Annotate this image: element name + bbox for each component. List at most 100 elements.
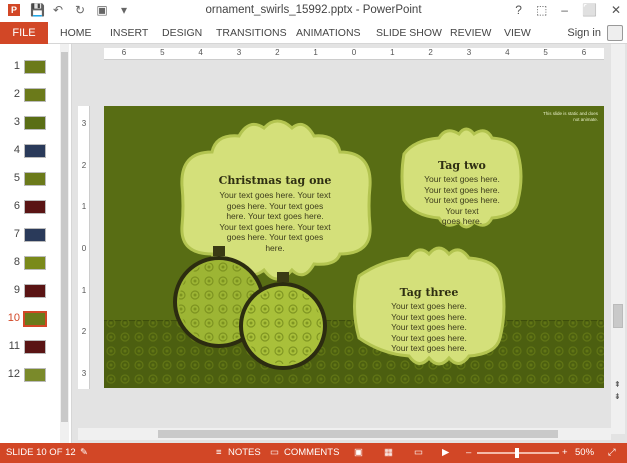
slide-sorter-icon[interactable]: ▦: [384, 447, 393, 458]
vertical-scroll-thumb[interactable]: [613, 304, 623, 328]
tab-view[interactable]: VIEW: [504, 22, 531, 44]
tag-text-line: Your text goes here.: [391, 301, 467, 311]
horizontal-scroll-thumb[interactable]: [158, 430, 558, 438]
ruler-tick-label: 6: [581, 48, 587, 57]
comments-icon: ▭: [270, 447, 279, 458]
slide-thumbnail[interactable]: 5: [4, 168, 64, 190]
slide-thumbnail-image[interactable]: [24, 144, 46, 158]
slide-thumbnail-image[interactable]: [24, 228, 46, 242]
notes-icon: ≡: [216, 447, 222, 458]
slide-thumbnail-number: 12: [7, 368, 20, 380]
tab-insert[interactable]: INSERT: [110, 22, 148, 44]
horizontal-ruler: 6 5 4 3 2 1 0 1 2 3 4 5 6: [104, 48, 604, 60]
tab-review[interactable]: REVIEW: [450, 22, 491, 44]
slide-show-icon[interactable]: ▶: [442, 447, 449, 458]
tab-file[interactable]: FILE: [0, 22, 48, 44]
tag-text-line: Your text goes here.: [424, 184, 500, 195]
sign-in-link[interactable]: Sign in: [567, 22, 601, 44]
slide-counter: SLIDE 10 OF 12: [6, 447, 76, 458]
ruler-tick-label: 3: [466, 48, 472, 57]
previous-slide-icon[interactable]: ⇞: [614, 380, 621, 389]
ruler-tick-label: 0: [351, 48, 357, 57]
slide-thumbnail[interactable]: 4: [4, 140, 64, 162]
slide-thumbnail-image[interactable]: [24, 368, 46, 382]
zoom-slider-knob[interactable]: [515, 448, 519, 458]
slide-thumbnail[interactable]: 10: [4, 308, 64, 330]
comments-button[interactable]: COMMENTS: [284, 447, 339, 458]
slide-thumbnail-image[interactable]: [24, 60, 46, 74]
ruler-tick-label: 2: [428, 48, 433, 57]
reading-view-icon[interactable]: ▭: [414, 447, 423, 458]
slide-thumbnail-number: 8: [13, 256, 20, 268]
ruler-tick-label: 1: [81, 285, 87, 295]
minimize-button[interactable]: –: [561, 3, 568, 17]
normal-view-icon[interactable]: ▣: [354, 447, 363, 458]
tag-one-title[interactable]: Christmas tag one: [204, 174, 346, 187]
tag-text-line: Your text goes here. Your text: [219, 221, 331, 232]
slide-horizontal-scrollbar[interactable]: [78, 428, 611, 440]
thumbnail-scrollbar[interactable]: [60, 44, 69, 443]
slide-thumbnail-image[interactable]: [24, 200, 46, 214]
zoom-level[interactable]: 50%: [575, 447, 594, 458]
slide-thumbnail[interactable]: 11: [4, 336, 64, 358]
slide-thumbnail-image[interactable]: [24, 340, 46, 354]
slide-thumbnail[interactable]: 9: [4, 280, 64, 302]
maximize-button[interactable]: ⬜: [582, 3, 597, 17]
slide-thumbnail-number: 11: [8, 340, 20, 352]
ribbon-tabs: FILE HOME INSERT DESIGN TRANSITIONS ANIM…: [0, 22, 627, 44]
tag-text-line: Your text goes here.: [391, 311, 467, 322]
slide-thumbnail-image[interactable]: [24, 116, 46, 130]
tab-home[interactable]: HOME: [60, 22, 92, 44]
tag-text-line: goes here. Your text goes: [226, 200, 324, 211]
next-slide-icon[interactable]: ⇟: [614, 392, 621, 401]
tag-text-line: goes here. Your text goes: [226, 232, 324, 242]
slide-thumbnail[interactable]: 8: [4, 252, 64, 274]
fit-slide-icon[interactable]: ⤢: [608, 447, 616, 458]
title-bar: P 💾 ↶ ↻ ▣ ▾ ornament_swirls_15992.pptx -…: [0, 0, 627, 22]
ruler-tick-label: 2: [81, 327, 87, 337]
notes-button[interactable]: NOTES: [228, 447, 261, 458]
ruler-tick-label: 1: [390, 48, 395, 57]
tag-text-line: Your text goes here.: [391, 332, 467, 343]
zoom-out-button[interactable]: –: [466, 447, 471, 458]
slide-thumbnail-pane: 1 2 3 4 5 6 7 8 9 10 11 12: [0, 44, 72, 443]
zoom-in-button[interactable]: +: [562, 447, 568, 458]
slide-thumbnail-image[interactable]: [24, 88, 46, 102]
ruler-tick-label: 0: [81, 244, 87, 253]
tag-two-title[interactable]: Tag two: [412, 159, 512, 172]
tab-slide-show[interactable]: SLIDE SHOW: [376, 22, 442, 44]
slide-thumbnail-image[interactable]: [24, 256, 46, 270]
tag-text-line: Your text goes here.: [391, 322, 467, 332]
close-button[interactable]: ✕: [611, 3, 621, 17]
help-button[interactable]: ?: [515, 3, 522, 17]
tab-animations[interactable]: ANIMATIONS: [296, 22, 361, 44]
slide-art: [104, 119, 604, 388]
tag-text-line: Your text goes here.: [424, 195, 500, 205]
slide-thumbnail[interactable]: 2: [4, 84, 64, 106]
slide-thumbnail-image[interactable]: [23, 311, 47, 327]
ruler-tick-label: 5: [543, 48, 548, 57]
slide-thumbnail[interactable]: 3: [4, 112, 64, 134]
ruler-tick-label: 4: [505, 48, 510, 57]
ribbon-display-button[interactable]: ⬚: [536, 3, 547, 17]
thumbnail-scroll-thumb[interactable]: [61, 52, 68, 422]
tab-transitions[interactable]: TRANSITIONS: [216, 22, 287, 44]
slide-thumbnail[interactable]: 1: [4, 56, 64, 78]
slide-thumbnail-number: 6: [13, 200, 20, 212]
user-icon[interactable]: [607, 25, 623, 41]
slide-thumbnail-image[interactable]: [24, 284, 46, 298]
tag-text-line: here.: [265, 242, 285, 253]
slide-thumbnail[interactable]: 6: [4, 196, 64, 218]
status-bar: SLIDE 10 OF 12 ✎ ≡ NOTES ▭ COMMENTS ▣ ▦ …: [0, 443, 627, 463]
ruler-tick-label: 3: [236, 48, 242, 57]
spell-check-icon[interactable]: ✎: [80, 447, 88, 458]
ruler-tick-label: 1: [81, 202, 87, 212]
slide-thumbnail[interactable]: 7: [4, 224, 64, 246]
tab-design[interactable]: DESIGN: [162, 22, 202, 44]
slide-thumbnail[interactable]: 12: [4, 364, 64, 386]
slide-canvas[interactable]: This slide is static and does not animat…: [104, 106, 604, 388]
slide-vertical-scrollbar[interactable]: ⇞ ⇟: [611, 44, 625, 434]
slide-thumbnail-image[interactable]: [24, 172, 46, 186]
tag-three-title[interactable]: Tag three: [379, 286, 479, 299]
ruler-tick-label: 2: [275, 48, 280, 57]
